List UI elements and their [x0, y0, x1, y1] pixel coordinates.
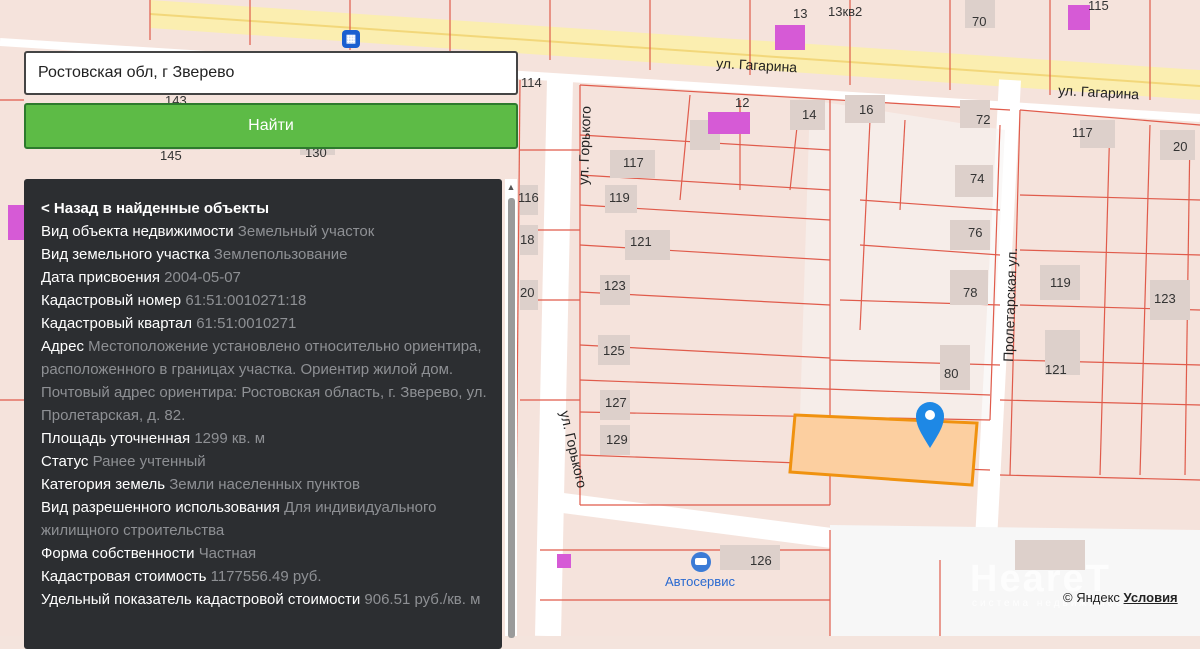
info-key: Статус [41, 453, 89, 470]
info-row: Вид земельного участка Землепользование [41, 243, 492, 266]
info-key: Кадастровый квартал [41, 315, 193, 332]
poi-label: Автосервис [665, 574, 735, 589]
house-number: 20 [1173, 139, 1187, 154]
info-key: Кадастровый номер [41, 292, 182, 309]
house-number: 145 [160, 148, 182, 163]
find-button[interactable]: Найти [24, 103, 518, 149]
info-key: Вид земельного участка [41, 246, 210, 263]
house-number: 70 [972, 14, 986, 29]
house-number: 121 [1045, 362, 1067, 377]
house-number: 20 [520, 285, 534, 300]
info-key: Форма собственности [41, 545, 195, 562]
house-number: 12 [735, 95, 749, 110]
house-number: 76 [968, 225, 982, 240]
house-number: 72 [976, 112, 990, 127]
house-number: 18 [520, 232, 534, 247]
house-number: 80 [944, 366, 958, 381]
house-number: 119 [609, 190, 630, 205]
scrollbar-thumb[interactable] [508, 198, 515, 638]
scroll-up-icon[interactable]: ▲ [505, 180, 517, 194]
info-value: Землепользование [213, 246, 348, 263]
info-key: Адрес [41, 338, 84, 355]
info-row: Кадастровая стоимость 1177556.49 руб. [41, 565, 492, 588]
house-number: 74 [970, 171, 984, 186]
house-number: 123 [1154, 291, 1176, 306]
house-number: 114 [521, 75, 542, 90]
info-row: Форма собственности Частная [41, 542, 492, 565]
info-value: Земли населенных пунктов [169, 476, 360, 493]
info-row: Вид объекта недвижимости Земельный участ… [41, 220, 492, 243]
house-number: 116 [518, 190, 539, 205]
house-number: 126 [750, 553, 772, 568]
info-row: Адрес Местоположение установлено относит… [41, 335, 492, 427]
terms-link[interactable]: Условия [1124, 590, 1178, 605]
house-number: 125 [603, 343, 625, 358]
info-value: Частная [198, 545, 257, 562]
info-value: 61:51:0010271:18 [185, 292, 307, 309]
bus-stop-icon[interactable]: ▦ [342, 30, 360, 48]
back-to-results-link[interactable]: < Назад в найденные объекты [41, 197, 492, 220]
object-info-panel: < Назад в найденные объекты Вид объекта … [24, 179, 502, 649]
address-search-input[interactable] [24, 51, 518, 95]
map-copyright: © Яндекс Условия [1063, 590, 1178, 605]
info-key: Категория земель [41, 476, 166, 493]
info-key: Кадастровая стоимость [41, 568, 207, 585]
house-number: 13 [793, 6, 807, 21]
house-number: 13кв2 [828, 4, 862, 19]
street-label-gorkogo: ул. Горького [575, 106, 594, 186]
info-key: Площадь уточненная [41, 430, 191, 447]
house-number: 78 [963, 285, 977, 300]
house-number: 117 [1072, 125, 1093, 140]
info-row: Кадастровый квартал 61:51:0010271 [41, 312, 492, 335]
info-value: Местоположение установлено относительно … [41, 338, 487, 424]
info-row: Статус Ранее учтенный [41, 450, 492, 473]
house-number: 129 [606, 432, 628, 447]
info-key: Дата присвоения [41, 269, 160, 286]
info-row: Дата присвоения 2004-05-07 [41, 266, 492, 289]
info-value: 2004-05-07 [164, 269, 241, 286]
info-row: Удельный показатель кадастровой стоимост… [41, 588, 492, 611]
house-number: 119 [1050, 275, 1071, 290]
info-value: 1299 кв. м [194, 430, 266, 447]
house-number: 127 [605, 395, 627, 410]
info-row: Категория земель Земли населенных пункто… [41, 473, 492, 496]
info-key: Вид объекта недвижимости [41, 223, 234, 240]
info-value: 61:51:0010271 [196, 315, 297, 332]
info-value: Земельный участок [237, 223, 375, 240]
info-value: 1177556.49 руб. [210, 568, 322, 585]
info-row: Вид разрешенного использования Для индив… [41, 496, 492, 542]
house-number: 117 [623, 155, 644, 170]
info-value: Ранее учтенный [92, 453, 206, 470]
car-icon [695, 558, 707, 565]
house-number: 16 [859, 102, 873, 117]
house-number: 115 [1088, 0, 1109, 13]
info-key: Вид разрешенного использования [41, 499, 280, 516]
house-number: 123 [604, 278, 626, 293]
info-value: 906.51 руб./кв. м [364, 591, 481, 608]
info-row: Кадастровый номер 61:51:0010271:18 [41, 289, 492, 312]
house-number: 14 [802, 107, 816, 122]
info-key: Удельный показатель кадастровой стоимост… [41, 591, 361, 608]
house-number: 121 [630, 234, 652, 249]
copyright-text: © Яндекс [1063, 590, 1120, 605]
info-row: Площадь уточненная 1299 кв. м [41, 427, 492, 450]
